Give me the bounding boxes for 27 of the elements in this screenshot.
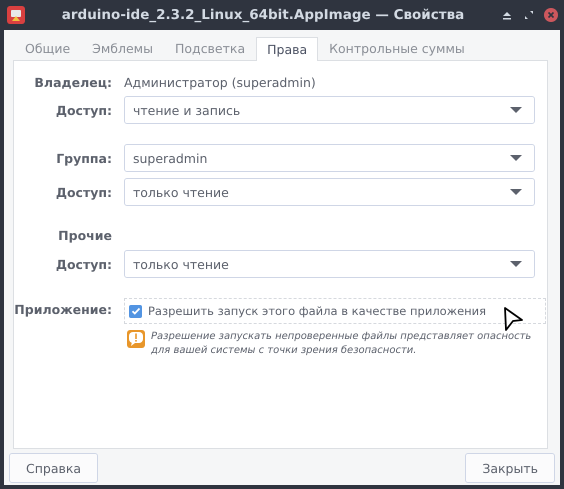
field-label: Владелец:: [34, 75, 112, 90]
dropdown[interactable]: только чтение: [124, 178, 535, 206]
warning-text: Разрешение запускать непроверенные файлы представляет опасность для вашей системы с точки зрения безопасности.: [151, 330, 532, 358]
caret-icon: [510, 188, 522, 196]
maximize-icon[interactable]: [522, 8, 536, 22]
cursor-icon: [502, 306, 524, 332]
owner-value: Администратор (superadmin): [124, 75, 317, 90]
caret-icon: [510, 154, 522, 162]
caret-icon: [510, 260, 522, 268]
dropdown[interactable]: только чтение: [124, 250, 535, 278]
app-icon: [6, 5, 26, 25]
window-title: arduino-ide_2.3.2_Linux_64bit.AppImage — Свойства: [60, 7, 466, 23]
close-button[interactable]: Закрыть: [465, 453, 555, 483]
close-icon[interactable]: [544, 8, 558, 22]
dropdown[interactable]: чтение и запись: [124, 96, 535, 124]
help-button[interactable]: Справка: [9, 453, 98, 483]
checkbox-icon[interactable]: [129, 304, 142, 318]
caret-icon: [510, 106, 522, 114]
field-label: Доступ:: [56, 184, 112, 200]
field-label: Группа:: [56, 150, 112, 166]
tab[interactable]: Права: [256, 37, 318, 61]
warning-icon: [127, 330, 145, 350]
dropdown[interactable]: superadmin: [124, 144, 535, 172]
field-label: Доступ:: [56, 256, 112, 272]
section-heading: Прочие: [58, 228, 112, 242]
field-label: Доступ:: [56, 102, 112, 118]
field-label: Приложение:: [14, 302, 112, 317]
